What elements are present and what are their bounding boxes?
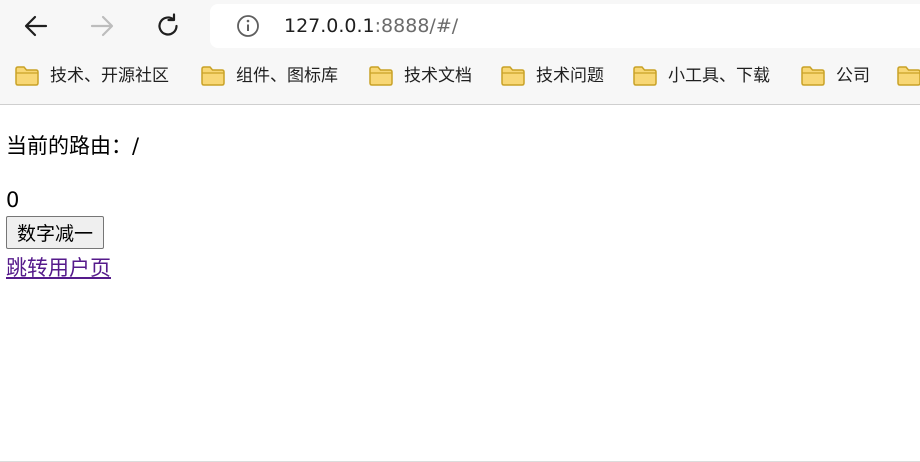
- back-button[interactable]: [16, 6, 56, 46]
- bookmark-folder[interactable]: 公司: [800, 63, 870, 89]
- refresh-icon: [158, 13, 178, 36]
- address-bar[interactable]: 127.0.0.1:8888/#/: [210, 4, 920, 48]
- bookmark-folder[interactable]: 技术文档: [368, 63, 472, 89]
- bookmark-label: 技术、开源社区: [50, 66, 169, 86]
- url-host: 127.0.0.1: [284, 15, 375, 37]
- url-path: :8888/#/: [374, 15, 459, 37]
- bookmark-folder[interactable]: 组件、图标库: [200, 63, 338, 89]
- folder-icon: [633, 66, 657, 86]
- arrow-right-icon: [90, 15, 114, 37]
- bookmarks-bar: 技术、开源社区 组件、图标库 技术文档 技术问题 小工具、下载 公司: [0, 56, 920, 96]
- folder-icon: [501, 66, 525, 86]
- bookmark-folder[interactable]: 技术、开源社区: [14, 63, 169, 89]
- decrement-button[interactable]: 数字减一: [6, 216, 105, 249]
- folder-icon: [801, 66, 825, 86]
- folder-icon: [369, 66, 393, 86]
- go-to-user-page-link[interactable]: 跳转用户页: [6, 253, 111, 283]
- bookmark-folder[interactable]: 小工具、下载: [632, 63, 770, 89]
- arrow-left-icon: [24, 15, 48, 37]
- page-content: 当前的路由：/ 0 数字减一 跳转用户页: [6, 105, 920, 462]
- bookmark-label: 公司: [836, 66, 870, 86]
- url-text: 127.0.0.1:8888/#/: [284, 13, 458, 39]
- folder-icon: [15, 66, 39, 86]
- bookmark-folder[interactable]: [896, 63, 920, 89]
- bookmark-label: 小工具、下载: [668, 66, 770, 86]
- current-route-text: 当前的路由：/: [6, 134, 140, 158]
- folder-icon: [897, 66, 920, 86]
- reload-button[interactable]: [148, 6, 188, 46]
- bookmark-label: 技术文档: [404, 66, 472, 86]
- bookmark-label: 技术问题: [536, 66, 604, 86]
- info-icon[interactable]: [236, 14, 260, 38]
- bookmark-folder[interactable]: 技术问题: [500, 63, 604, 89]
- bookmark-label: 组件、图标库: [236, 66, 338, 86]
- browser-toolbar: 127.0.0.1:8888/#/ 技术、开源社区 组件、图标库 技术文档 技术…: [0, 0, 920, 105]
- counter-value: 0: [6, 188, 20, 212]
- folder-icon: [201, 66, 225, 86]
- forward-button[interactable]: [82, 6, 122, 46]
